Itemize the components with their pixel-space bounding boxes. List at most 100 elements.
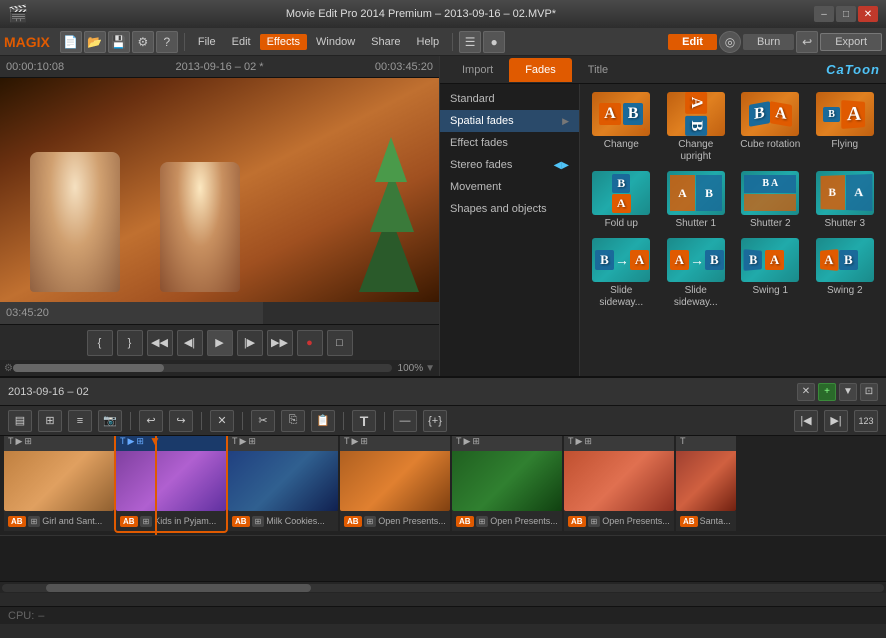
sidebar-item-shapes[interactable]: Shapes and objects [440,198,579,220]
sidebar-item-standard[interactable]: Standard [440,88,579,110]
mark-out-button[interactable]: } [117,330,143,356]
scroll-track[interactable] [13,364,392,372]
cut-button[interactable]: ✂ [251,410,275,432]
effect-swing1[interactable]: B A Swing 1 [737,238,804,309]
maximize-button[interactable]: □ [836,6,856,22]
preview-header: 00:00:10:08 2013-09-16 – 02 * 00:03:45:2… [0,56,439,78]
effect-slide1[interactable]: B → A Slide sideway... [588,238,655,309]
sidebar-item-spatial[interactable]: Spatial fades ▶ [440,110,579,132]
timeline-scroll-thumb[interactable] [46,584,311,592]
menu-share[interactable]: Share [364,34,407,50]
settings-button[interactable]: ⚙ [132,31,154,53]
sidebar-item-effect[interactable]: Effect fades [440,132,579,154]
effect-shutter3[interactable]: B A Shutter 3 [812,171,879,230]
camera-button[interactable]: 📷 [98,410,122,432]
window-controls[interactable]: – □ ✕ [814,6,878,22]
tab-title[interactable]: Title [572,58,624,82]
menu-help[interactable]: Help [410,34,447,50]
end-button[interactable]: ▶| [824,410,848,432]
close-button[interactable]: ✕ [858,6,878,22]
effect-shutter2[interactable]: B A Shutter 2 [737,171,804,230]
play-button[interactable]: ▶ [207,330,233,356]
step-forward-button[interactable]: |▶ [237,330,263,356]
view-mode-button[interactable]: ▤ [8,410,32,432]
effect-shutter1[interactable]: A B Shutter 1 [663,171,730,230]
timeline-scroll-track[interactable] [2,584,884,592]
copy-button[interactable]: ⎘ [281,410,305,432]
effect-fold-up[interactable]: B A Fold up [588,171,655,230]
clip-santa[interactable]: T AB Santa... [676,436,736,531]
cpu-label: CPU: [8,610,34,622]
export-button[interactable]: Export [820,33,882,51]
preview-position-bar[interactable]: 03:45:20 [0,302,439,324]
preview-scrollbar[interactable]: ⚙ 100% ▼ [0,360,439,376]
text-button[interactable]: T [352,410,376,432]
marker-button[interactable]: — [393,410,417,432]
tab-import[interactable]: Import [446,58,509,82]
clip-open3[interactable]: T ▶ ⊞ AB ⊞ Open Presents... [564,436,674,531]
next-frame-button[interactable]: ▶▶ [267,330,293,356]
sidebar-item-movement[interactable]: Movement [440,176,579,198]
effect-thumb-cube: B A [741,92,799,136]
media-icon[interactable]: ● [483,31,505,53]
effect-change-upright[interactable]: A B Change upright [663,92,730,163]
clip-girl-sant[interactable]: T ▶ ⊞ AB ⊞ Girl and Sant... [4,436,114,531]
paste-button[interactable]: 📋 [311,410,335,432]
new-button[interactable]: 📄 [60,31,82,53]
effect-swing2[interactable]: A B Swing 2 [812,238,879,309]
prev-frame-button[interactable]: ◀◀ [147,330,173,356]
effect-tool-button[interactable]: {+} [423,410,447,432]
burn-icon[interactable]: ◎ [719,31,741,53]
record-button[interactable]: ● [297,330,323,356]
expand-button[interactable]: ⊡ [860,383,878,401]
save-button[interactable]: 💾 [108,31,130,53]
menu-file[interactable]: File [191,34,223,50]
snapshot-button[interactable]: □ [327,330,353,356]
back-icon[interactable]: ↩ [796,31,818,53]
clip-open1[interactable]: T ▶ ⊞ AB ⊞ Open Presents... [340,436,450,531]
title-bar-left: 🎬 [8,4,28,24]
clip-name7: Santa... [700,516,732,526]
burn-button[interactable]: Burn [743,34,794,50]
clip-footer: AB ⊞ Girl and Sant... [4,511,114,531]
effect-thumb-flying: B A [816,92,874,136]
open-button[interactable]: 📂 [84,31,106,53]
flag-icon5: ▶ [464,436,471,447]
start-button[interactable]: |◀ [794,410,818,432]
list-view-button[interactable]: ≡ [68,410,92,432]
grid-view-button[interactable]: ⊞ [38,410,62,432]
scroll-thumb[interactable] [13,364,164,372]
tab-fades[interactable]: Fades [509,58,572,82]
effect-cube-rotation[interactable]: B A Cube rotation [737,92,804,163]
extra-icon[interactable]: ☰ [459,31,481,53]
menu-window[interactable]: Window [309,34,362,50]
effect-slide2[interactable]: A → B Slide sideway... [663,238,730,309]
mark-in-button[interactable]: { [87,330,113,356]
effect-thumb-slide1: B → A [592,238,650,282]
undo-button[interactable]: ↩ [139,410,163,432]
edit-mode-button[interactable]: Edit [668,34,717,50]
menu-effects[interactable]: Effects [260,34,307,50]
effect-change[interactable]: A B → Change [588,92,655,163]
sidebar-item-stereo[interactable]: Stereo fades ◀▶ [440,154,579,176]
clip-kids-pyjam[interactable]: T ▶ ⊞ AB ⊞ Kids in Pyjam... [116,436,226,531]
close-timeline-button[interactable]: ✕ [797,383,815,401]
effect-thumb-swing2: A B [816,238,874,282]
clip-milk[interactable]: T ▶ ⊞ AB ⊞ Milk Cookies... [228,436,338,531]
help-tool-button[interactable]: ? [156,31,178,53]
delete-button[interactable]: ✕ [210,410,234,432]
menu-edit[interactable]: Edit [225,34,258,50]
clip-footer-selected: AB ⊞ Kids in Pyjam... [116,511,226,531]
preview-controls: { } ◀◀ ◀| ▶ |▶ ▶▶ ● □ [0,324,439,360]
timeline-scrollbar[interactable] [0,581,886,593]
zoom-level: 100% [398,363,424,374]
redo-button[interactable]: ↪ [169,410,193,432]
minimize-button[interactable]: – [814,6,834,22]
effect-flying[interactable]: B A Flying [812,92,879,163]
clip-open2[interactable]: T ▶ ⊞ AB ⊞ Open Presents... [452,436,562,531]
step-back-button[interactable]: ◀| [177,330,203,356]
counter-button[interactable]: 123 [854,410,878,432]
text-icon: T [8,436,14,446]
add-track-button[interactable]: + [818,383,836,401]
timeline-menu-button[interactable]: ▼ [839,383,857,401]
